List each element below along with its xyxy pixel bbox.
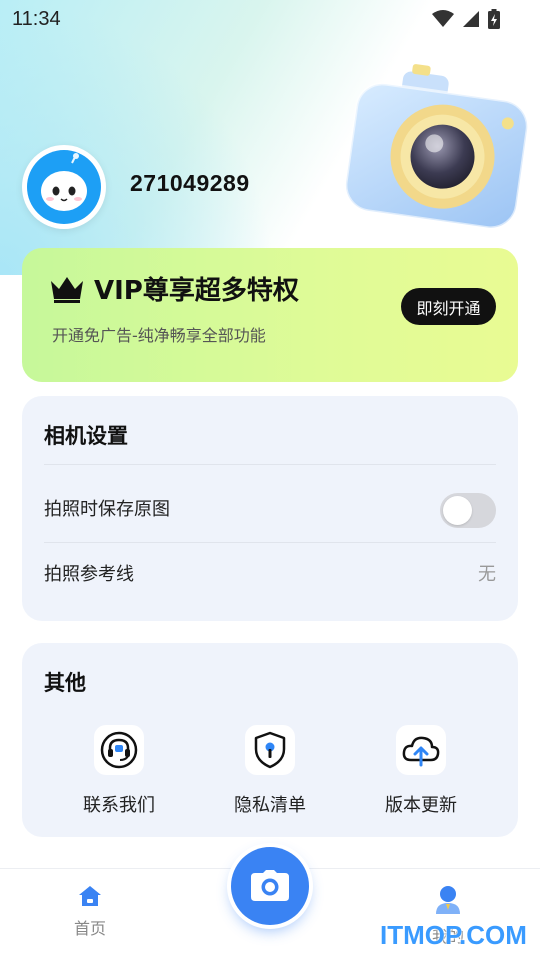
avatar[interactable] (22, 145, 106, 229)
watermark: ITMOP.COM (380, 920, 527, 950)
other-title: 其他 (44, 671, 86, 695)
camera-settings-title: 相机设置 (44, 424, 128, 448)
headset-icon (100, 731, 138, 769)
divider (44, 542, 496, 543)
robot-avatar-icon (27, 150, 101, 224)
wifi-icon (432, 10, 454, 27)
user-icon (436, 886, 460, 914)
privacy-list-item[interactable]: 隐私清单 (210, 725, 330, 817)
version-update-label: 版本更新 (385, 795, 457, 816)
status-icons (432, 9, 500, 29)
toggle-knob (443, 496, 472, 525)
status-time: 11:34 (12, 7, 61, 30)
crown-icon (51, 276, 83, 303)
cloud-upload-icon (402, 736, 440, 767)
status-bar: 11:34 (0, 0, 540, 38)
grid-lines-label[interactable]: 拍照参考线 (44, 560, 134, 586)
camera-shoot-button[interactable] (231, 847, 309, 925)
tab-home-label: 首页 (73, 919, 106, 938)
contact-us-item[interactable]: 联系我们 (59, 725, 179, 817)
privacy-list-label: 隐私清单 (234, 795, 306, 816)
headset-icon-tile (94, 725, 144, 775)
vip-open-button[interactable]: 即刻开通 (401, 288, 496, 325)
vip-banner[interactable]: VIP尊享超多特权 开通免广告-纯净畅享全部功能 即刻开通 (22, 248, 518, 382)
user-id: 271049289 (130, 170, 250, 196)
shield-icon-tile (245, 725, 295, 775)
cell-signal-icon (463, 11, 479, 27)
vip-title-row: VIP尊享超多特权 (50, 270, 299, 307)
vip-subtitle: 开通免广告-纯净畅享全部功能 (52, 326, 266, 345)
camera-settings-card: 相机设置 拍照时保存原图 拍照参考线 无 (22, 396, 518, 621)
version-update-item[interactable]: 版本更新 (361, 725, 481, 817)
divider (44, 464, 496, 465)
shield-keyhole-icon (254, 731, 286, 769)
cloud-icon-tile (396, 725, 446, 775)
vip-title: VIP尊享超多特权 (94, 276, 299, 306)
save-original-label: 拍照时保存原图 (44, 499, 170, 520)
contact-us-label: 联系我们 (83, 795, 155, 816)
other-items: 联系我们 隐私清单 版本更新 (22, 725, 518, 825)
battery-charging-icon (488, 9, 500, 29)
other-card: 其他 联系我们 隐私清单 版本更新 (22, 643, 518, 837)
save-original-toggle[interactable] (440, 493, 496, 528)
home-icon (79, 886, 101, 906)
camera-illustration (344, 64, 529, 230)
grid-lines-value[interactable]: 无 (478, 560, 496, 586)
camera-icon (251, 870, 289, 901)
tab-home[interactable]: 首页 (50, 885, 130, 939)
